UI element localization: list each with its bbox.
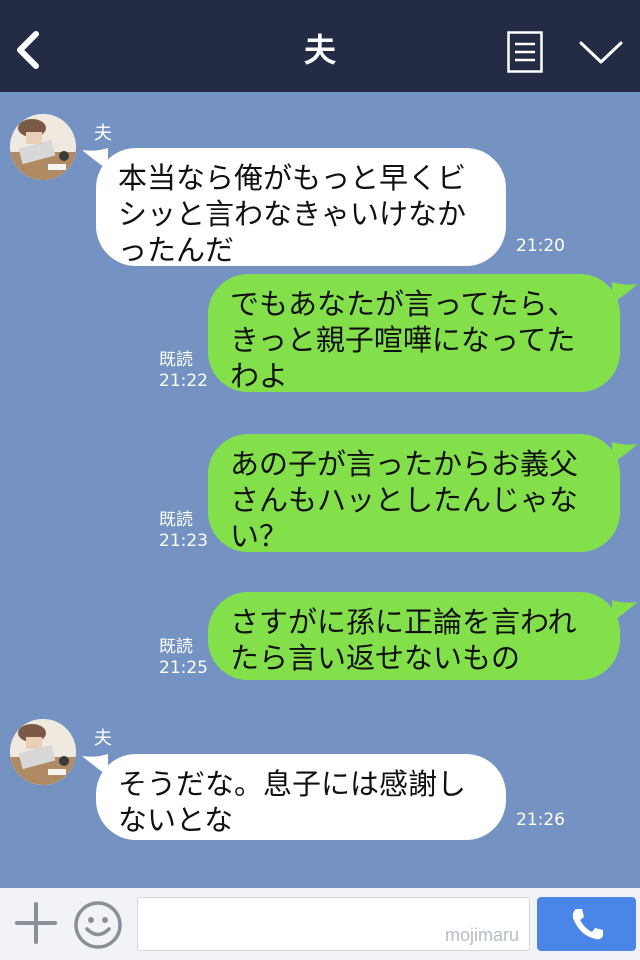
message-bubble[interactable]: そうだな。息子には感謝し ないとな (96, 754, 506, 840)
message-line: さんもハッとしたんじゃな (230, 483, 579, 517)
phone-icon (572, 909, 603, 940)
sender-name: 夫 (94, 123, 112, 144)
bubble-tail (612, 442, 638, 464)
message-meta: 既読 21:23 (159, 510, 208, 552)
bubble-tail (612, 282, 638, 304)
message-line: さすがに孫に正論を言われ (230, 605, 577, 639)
message-line: ったんだ (118, 233, 235, 267)
call-button[interactable] (537, 897, 636, 951)
message-time: 21:20 (516, 236, 565, 256)
message-time: 21:22 (159, 371, 208, 391)
chat-area[interactable]: 夫 本当なら俺がもっと早くビ シッと言わなきゃいけなか ったんだ 21:20 既… (0, 92, 640, 888)
message-line: ないとな (118, 803, 234, 837)
smile-icon[interactable] (73, 900, 123, 950)
message-meta: 既読 21:25 (159, 637, 208, 679)
message-meta: 既読 21:22 (159, 350, 208, 392)
message-input[interactable]: mojimaru (137, 897, 530, 951)
message-line: たら言い返せないもの (230, 641, 521, 675)
message-line: きっと親子喧嘩になってた (230, 323, 576, 357)
chevron-down-icon[interactable] (578, 38, 624, 66)
read-receipt: 既読 (159, 350, 193, 370)
message-line: でもあなたが言ってたら、 (230, 287, 577, 321)
message-time: 21:25 (159, 658, 208, 678)
message-line: い？ (230, 519, 289, 553)
message-time: 21:26 (516, 810, 565, 830)
message-bubble[interactable]: 本当なら俺がもっと早くビ シッと言わなきゃいけなか ったんだ (96, 148, 506, 267)
sender-name: 夫 (94, 728, 112, 749)
chat-title: 夫 (303, 31, 336, 69)
message-bubble[interactable]: あの子が言ったからお義父 さんもハッとしたんじゃな い？ (208, 434, 620, 553)
message-line: 本当なら俺がもっと早くビ (118, 161, 467, 195)
read-receipt: 既読 (159, 510, 193, 530)
message-line: シッと言わなきゃいけなか (118, 197, 467, 231)
read-receipt: 既読 (159, 637, 193, 657)
bubble-tail (612, 600, 638, 622)
message-line: そうだな。息子には感謝し (118, 767, 467, 801)
message-line: わよ (230, 359, 289, 393)
avatar[interactable] (10, 114, 76, 180)
message-time: 21:23 (159, 531, 208, 551)
watermark-text: mojimaru (444, 925, 519, 945)
menu-icon[interactable] (507, 31, 543, 73)
avatar[interactable] (10, 719, 76, 785)
message-bubble[interactable]: さすがに孫に正論を言われ たら言い返せないもの (208, 592, 620, 680)
message-bubble[interactable]: でもあなたが言ってたら、 きっと親子喧嘩になってた わよ (208, 274, 620, 393)
chat-header: 夫 (0, 0, 640, 92)
message-line: あの子が言ったからお義父 (230, 447, 579, 481)
plus-icon[interactable] (14, 901, 58, 945)
